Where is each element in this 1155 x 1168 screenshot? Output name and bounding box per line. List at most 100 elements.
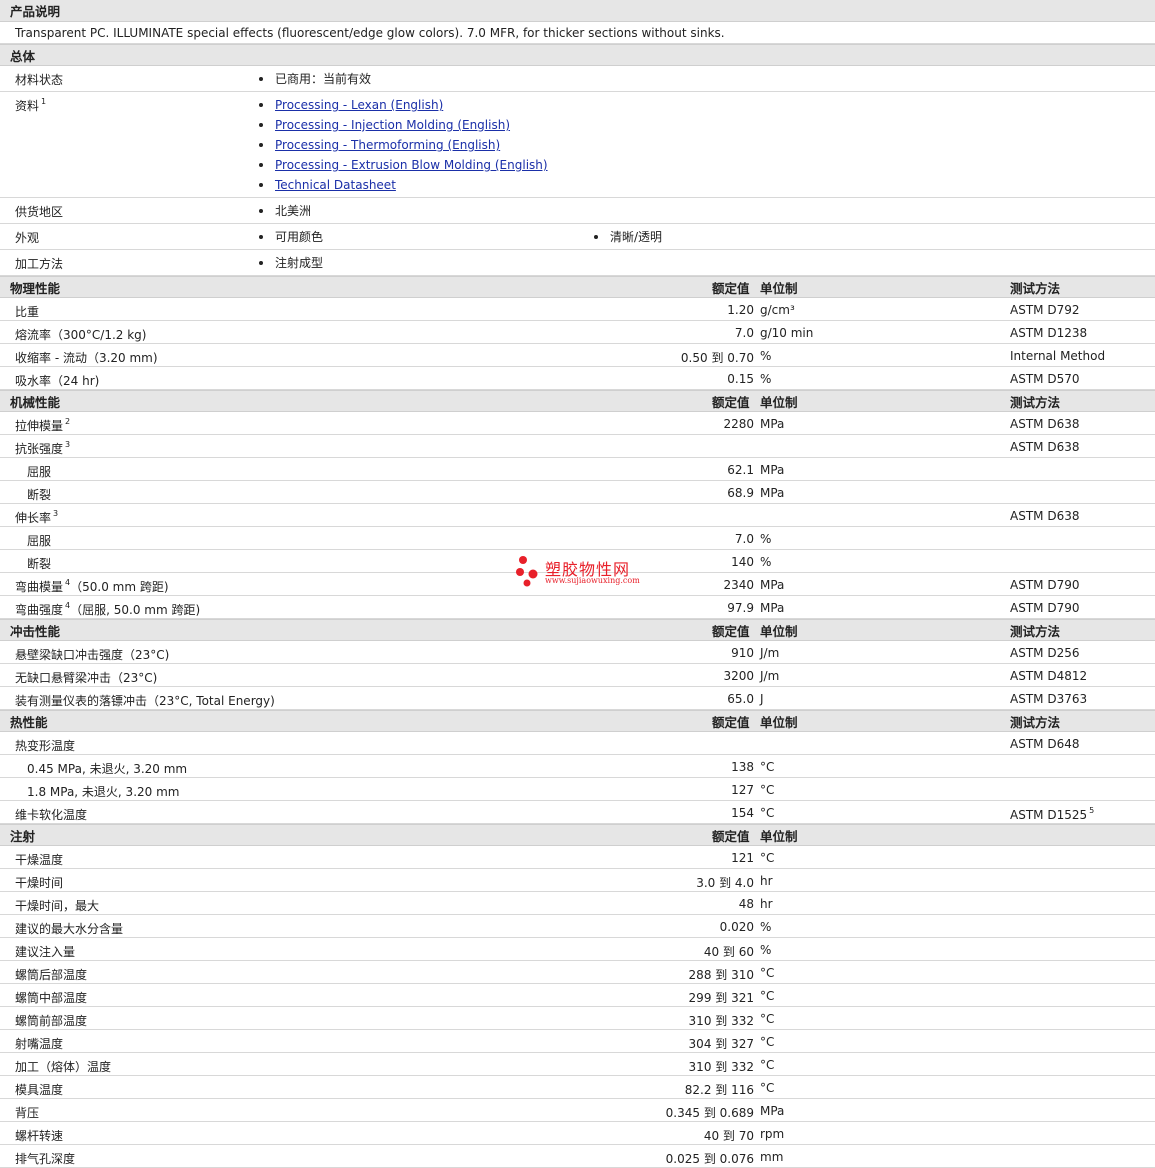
header-unit: 单位制 <box>760 394 798 410</box>
nominal-value: 65.0 <box>727 692 754 706</box>
property-row: 装有测量仪表的落镖冲击（23°C, Total Energy) 65.0 J ASTM… <box>0 687 1155 710</box>
nominal-value: 310 到 332 <box>688 1060 754 1074</box>
section-header-general: 总体 <box>0 44 1155 66</box>
property-label: 弯曲模量 4（50.0 mm 跨距) <box>15 578 169 595</box>
property-sections: 物理性能 额定值 单位制 测试方法 比重 1.20 g/cm³ ASTM D792 熔流率（30… <box>0 276 1155 1168</box>
link-item: Processing - Extrusion Blow Molding (Eng… <box>246 155 581 175</box>
unit: °C <box>760 989 775 1003</box>
nominal-value: 140 <box>731 555 754 569</box>
document-link[interactable]: Processing - Injection Molding (English) <box>275 118 510 132</box>
property-label: 加工（熔体）温度 <box>15 1058 111 1075</box>
property-label: 无缺口悬臂梁冲击（23°C) <box>15 669 157 686</box>
property-row: 伸长率 3 ASTM D638 <box>0 504 1155 527</box>
watermark-logo: 塑胶物性网 www.sujiaowuxing.com <box>515 555 655 589</box>
property-row: 螺筒后部温度 288 到 310 °C <box>0 961 1155 984</box>
document-link[interactable]: Technical Datasheet <box>275 178 396 192</box>
property-label: 螺筒后部温度 <box>15 966 87 983</box>
property-row: 排气孔深度 0.025 到 0.076 mm <box>0 1145 1155 1168</box>
nominal-value: 3200 <box>723 669 754 683</box>
label-text: 吸水率（24 hr) <box>15 374 100 388</box>
property-label: 螺杆转速 <box>15 1127 63 1144</box>
label-text: 外观 <box>15 231 40 245</box>
property-label: 抗张强度 3 <box>15 440 70 457</box>
unit: °C <box>760 851 775 865</box>
property-row: 干燥时间，最大 48 hr <box>0 892 1155 915</box>
unit: hr <box>760 874 773 888</box>
unit: °C <box>760 1058 775 1072</box>
property-label: 装有测量仪表的落镖冲击（23°C, Total Energy) <box>15 692 275 709</box>
nominal-value: 121 <box>731 851 754 865</box>
property-label: 射嘴温度 <box>15 1035 63 1052</box>
section-header: 物理性能 额定值 单位制 测试方法 <box>0 276 1155 298</box>
nominal-value: 0.025 到 0.076 <box>665 1152 754 1166</box>
section-header-description: 产品说明 <box>0 0 1155 22</box>
property-label: 螺筒中部温度 <box>15 989 87 1006</box>
label-text: 收缩率 - 流动（3.20 mm) <box>15 351 158 365</box>
property-label: 背压 <box>15 1104 39 1121</box>
watermark-url: www.sujiaowuxing.com <box>545 576 640 585</box>
property-label: 屈服 <box>27 463 51 480</box>
property-label: 断裂 <box>27 486 51 503</box>
general-row-label: 外观 <box>0 224 246 249</box>
property-label: 拉伸模量 2 <box>15 417 70 434</box>
nominal-value: 304 到 327 <box>688 1037 754 1051</box>
label-text: 热变形温度 <box>15 739 76 753</box>
property-row: 弯曲强度 4（屈服, 50.0 mm 跨距) 97.9 MPa ASTM D790 <box>0 596 1155 619</box>
property-row: 0.45 MPa, 未退火, 3.20 mm 138 °C <box>0 755 1155 778</box>
label-text: 屈服 <box>27 465 52 479</box>
test-method-text: ASTM D790 <box>1010 578 1080 592</box>
unit: °C <box>760 966 775 980</box>
property-row: 螺筒中部温度 299 到 321 °C <box>0 984 1155 1007</box>
label-text: 比重 <box>15 305 40 319</box>
test-method: ASTM D648 <box>1010 737 1079 751</box>
label-text: 弯曲强度 <box>15 603 64 617</box>
unit: % <box>760 349 772 363</box>
label-text: 螺筒中部温度 <box>15 991 88 1005</box>
document-link[interactable]: Processing - Lexan (English) <box>275 98 443 112</box>
nominal-value: 62.1 <box>727 463 754 477</box>
unit: hr <box>760 897 773 911</box>
property-label: 熔流率（300°C/1.2 kg) <box>15 326 146 343</box>
unit: % <box>760 920 772 934</box>
property-label: 悬壁梁缺口冲击强度（23°C) <box>15 646 169 663</box>
section-title: 物理性能 <box>10 280 61 296</box>
property-row: 屈服 7.0% <box>0 527 1155 550</box>
test-method-text: ASTM D792 <box>1010 303 1080 317</box>
nominal-value: 154 <box>731 806 754 820</box>
unit: % <box>760 372 772 386</box>
label-text: 屈服 <box>27 534 52 548</box>
test-method: ASTM D3763 <box>1010 692 1087 706</box>
nominal-value: 2280 <box>723 417 754 431</box>
nominal-value: 0.50 到 0.70 <box>680 351 754 365</box>
nominal-value: 299 到 321 <box>688 991 754 1005</box>
property-label: 模具温度 <box>15 1081 63 1098</box>
header-test-method: 测试方法 <box>1010 714 1061 730</box>
label-text: 供货地区 <box>15 205 64 219</box>
property-row: 背压 0.345 到 0.689 MPa <box>0 1099 1155 1122</box>
property-label: 螺筒前部温度 <box>15 1012 87 1029</box>
link-item: Processing - Thermoforming (English) <box>246 135 581 155</box>
unit: mm <box>760 1150 784 1164</box>
general-row-values: 可用颜色 清晰/透明 <box>246 224 1155 249</box>
property-row: 模具温度 82.2 到 116 °C <box>0 1076 1155 1099</box>
unit: J <box>760 692 764 706</box>
property-row: 悬壁梁缺口冲击强度（23°C) 910 J/m ASTM D256 <box>0 641 1155 664</box>
unit: J/m <box>760 646 780 660</box>
general-row: 材料状态 已商用：当前有效 <box>0 66 1155 92</box>
value-item: 已商用：当前有效 <box>246 69 581 89</box>
test-method: ASTM D570 <box>1010 372 1079 386</box>
test-method: ASTM D790 <box>1010 601 1079 615</box>
document-link[interactable]: Processing - Thermoforming (English) <box>275 138 500 152</box>
header-unit: 单位制 <box>760 828 798 844</box>
document-link[interactable]: Processing - Extrusion Blow Molding (Eng… <box>275 158 548 172</box>
property-row: 熔流率（300°C/1.2 kg) 7.0 g/10 min ASTM D1238 <box>0 321 1155 344</box>
nominal-value: 40 到 70 <box>703 1129 754 1143</box>
link-item: Technical Datasheet <box>246 175 581 195</box>
general-row: 加工方法 注射成型 <box>0 250 1155 276</box>
label-text: 伸长率 <box>15 511 52 525</box>
property-row: 干燥时间 3.0 到 4.0 hr <box>0 869 1155 892</box>
unit: °C <box>760 783 775 797</box>
footnote-marker: 5 <box>1089 806 1095 815</box>
label-text: 拉伸模量 <box>15 419 64 433</box>
label-text: 排气孔深度 <box>15 1152 76 1166</box>
